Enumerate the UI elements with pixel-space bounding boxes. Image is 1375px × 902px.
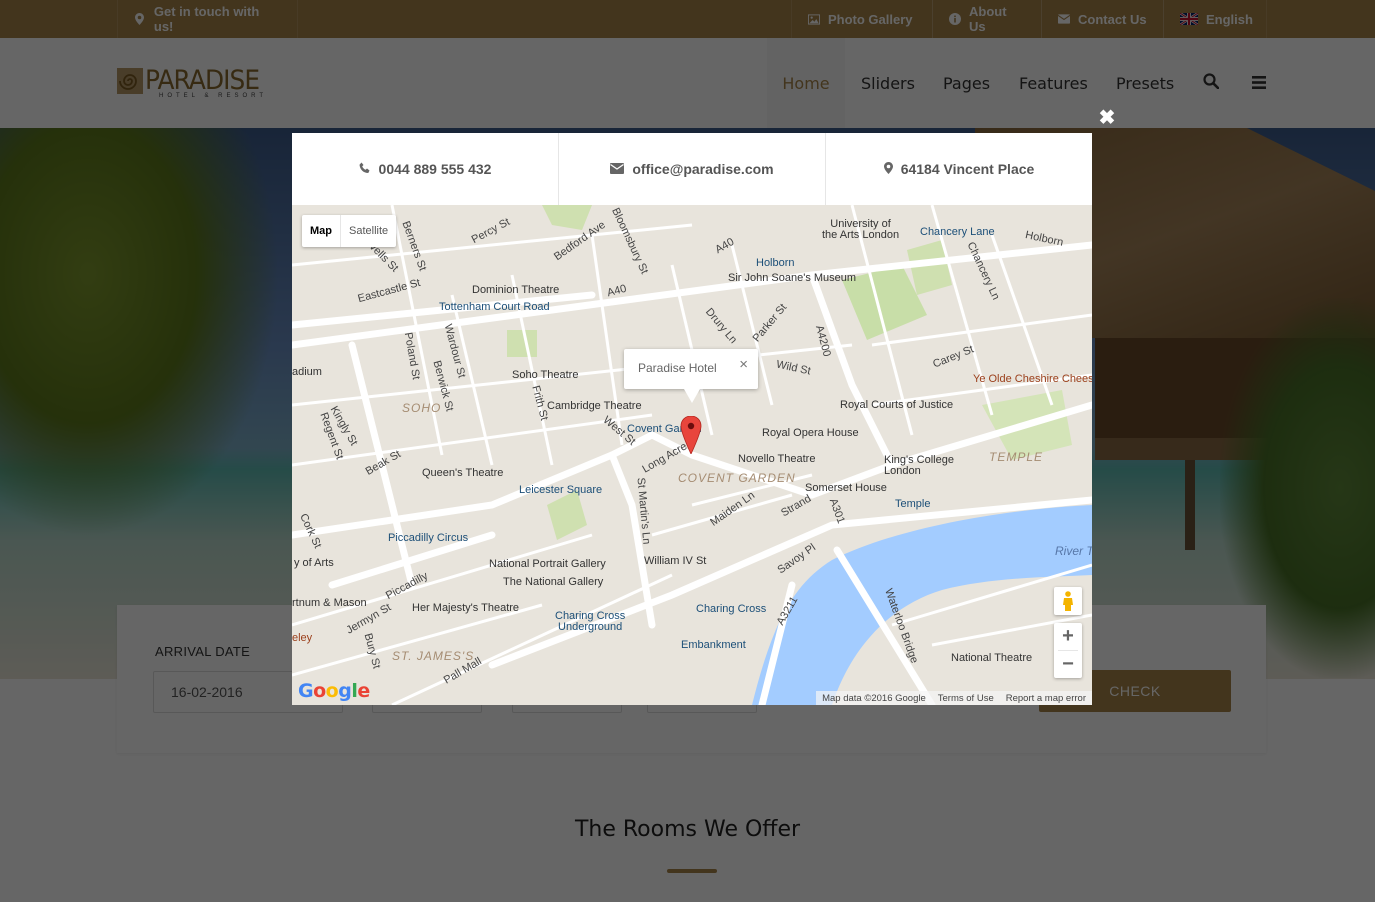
close-icon[interactable]: ✖ xyxy=(1098,108,1116,128)
contact-address-text: 64184 Vincent Place xyxy=(900,161,1035,177)
map-label: Queen's Theatre xyxy=(422,467,504,479)
map-label: Royal Courts of Justice xyxy=(840,399,954,411)
google-map[interactable]: Percy St Bedford Ave Bloomsbury St A40 U… xyxy=(292,205,1092,705)
map-data-credit: Map data ©2016 Google xyxy=(822,692,926,704)
phone-icon xyxy=(359,161,371,177)
map-label-kings: King's College London xyxy=(884,454,954,477)
map-label: Somerset House xyxy=(805,482,887,494)
contact-phone: 0044 889 555 432 xyxy=(292,133,559,205)
map-label: rtnum & Mason xyxy=(292,597,367,609)
map-label-tube: Embankment xyxy=(681,639,746,651)
map-zoom-control: + − xyxy=(1054,623,1082,678)
contact-phone-text: 0044 889 555 432 xyxy=(378,161,492,177)
map-label-tube: Temple xyxy=(895,498,931,510)
map-label-tube: Chancery Lane xyxy=(920,226,995,238)
map-label-tube: Leicester Square xyxy=(519,484,603,496)
map-label-tube: Charing Cross xyxy=(696,603,767,615)
map-label: National Portrait Gallery xyxy=(489,558,606,570)
map-label-tube: Holborn xyxy=(756,257,795,269)
street-view-pegman-icon[interactable] xyxy=(1054,587,1082,615)
contact-email-text[interactable]: office@paradise.com xyxy=(632,161,773,177)
map-marker-pin-icon[interactable] xyxy=(680,415,702,455)
map-label: Cambridge Theatre xyxy=(547,400,642,412)
contact-map-modal: 0044 889 555 432 office@paradise.com 641… xyxy=(292,133,1092,705)
zoom-out-button[interactable]: − xyxy=(1054,651,1082,678)
map-label: Ye Olde Cheshire Cheese xyxy=(973,373,1092,385)
zoom-in-button[interactable]: + xyxy=(1054,623,1082,650)
info-window-close-icon[interactable]: × xyxy=(739,356,748,373)
map-label-tube: Tottenham Court Road xyxy=(439,301,550,313)
map-label-area: SOHO xyxy=(402,401,442,415)
map-label: Dominion Theatre xyxy=(472,284,560,296)
google-logo[interactable]: Google xyxy=(298,680,370,702)
envelope-icon xyxy=(610,161,625,177)
contact-address: 64184 Vincent Place xyxy=(826,133,1092,205)
map-label-charing-underground: Charing Cross Underground xyxy=(555,610,626,633)
map-attribution: Map data ©2016 Google Terms of Use Repor… xyxy=(816,691,1092,705)
map-type-satellite-button[interactable]: Satellite xyxy=(341,215,396,247)
info-window-title: Paradise Hotel xyxy=(638,361,717,375)
map-type-map-button[interactable]: Map xyxy=(302,215,341,247)
map-label: Her Majesty's Theatre xyxy=(412,602,520,614)
contact-info-row: 0044 889 555 432 office@paradise.com 641… xyxy=(292,133,1092,205)
map-label: y of Arts xyxy=(294,557,334,569)
map-info-window: Paradise Hotel × xyxy=(624,349,758,403)
map-label: Royal Opera House xyxy=(762,427,859,439)
report-map-error-link[interactable]: Report a map error xyxy=(1006,693,1086,704)
map-label-area: COVENT GARDEN xyxy=(678,471,796,485)
map-label-river: River T xyxy=(1055,544,1092,558)
map-label: National Theatre xyxy=(951,652,1033,664)
map-label: eley xyxy=(292,632,313,644)
map-label: William IV St xyxy=(644,555,707,567)
map-marker-icon xyxy=(883,161,893,177)
map-label: The National Gallery xyxy=(503,576,604,588)
map-label: adium xyxy=(292,366,322,378)
map-label: Novello Theatre xyxy=(738,453,816,465)
map-label-area: ST. JAMES'S xyxy=(392,649,475,663)
map-type-control: Map Satellite xyxy=(302,215,397,247)
map-label: Sir John Soane's Museum xyxy=(728,272,857,284)
contact-email: office@paradise.com xyxy=(559,133,826,205)
terms-of-use-link[interactable]: Terms of Use xyxy=(938,693,994,704)
map-label-university: University of the Arts London xyxy=(822,218,900,241)
map-label-area: TEMPLE xyxy=(989,450,1044,464)
map-label-tube: Piccadilly Circus xyxy=(388,532,469,544)
map-label: Soho Theatre xyxy=(512,369,579,381)
